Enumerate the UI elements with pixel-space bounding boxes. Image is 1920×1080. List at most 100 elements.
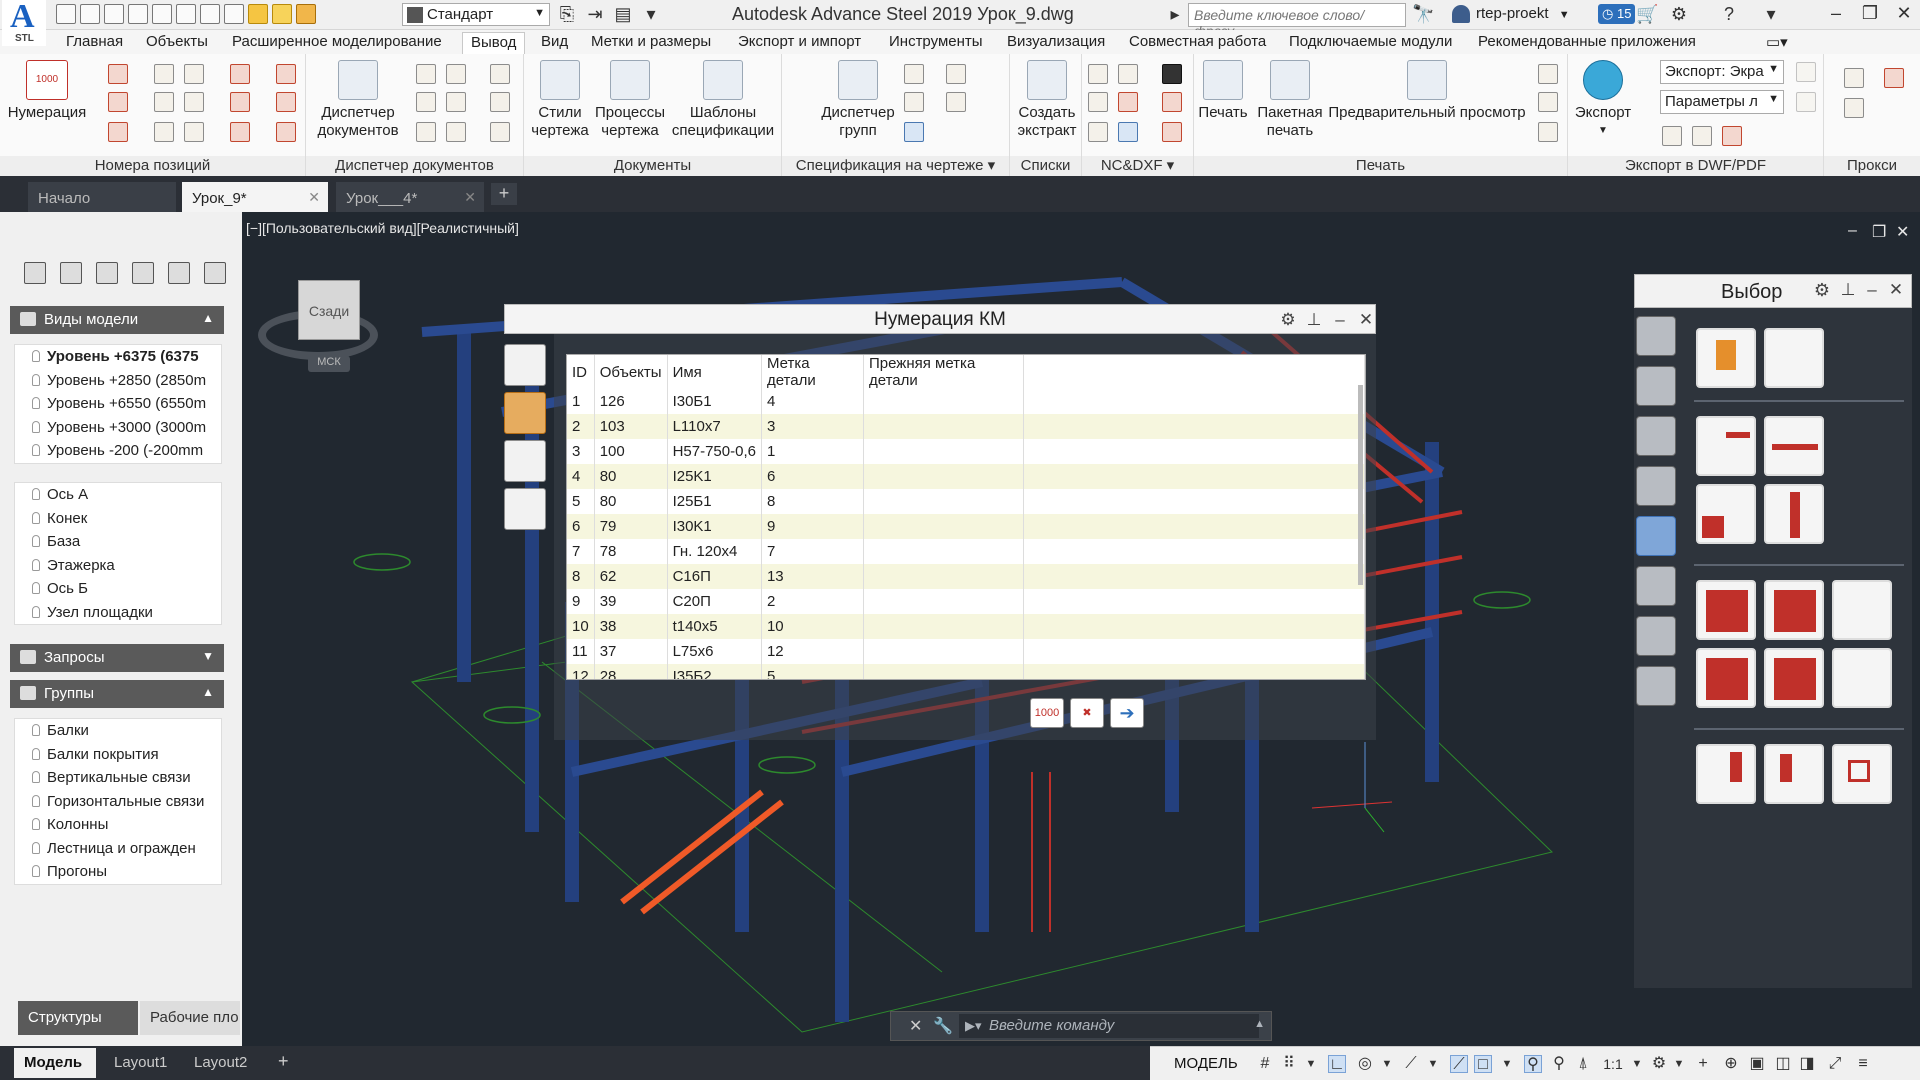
- section-queries[interactable]: Запросы ▼: [10, 644, 224, 672]
- selection-panel-titlebar[interactable]: Выбор ⚙ ⊥ – ✕: [1634, 274, 1912, 308]
- renumber-icon[interactable]: [108, 92, 128, 112]
- add-layout-icon[interactable]: +: [268, 1048, 298, 1078]
- close-icon[interactable]: ✕: [909, 1016, 922, 1036]
- visual-style-select[interactable]: Стандарт ▼: [402, 3, 550, 26]
- isodraft-icon[interactable]: ⟋: [1402, 1055, 1420, 1073]
- scrollbar[interactable]: [1358, 385, 1363, 585]
- spec-list-icon[interactable]: [946, 64, 966, 84]
- light-bulb-icon[interactable]: [32, 818, 40, 830]
- select-similar-icon[interactable]: [1696, 744, 1756, 804]
- match-properties-icon[interactable]: [224, 4, 244, 24]
- delete-numbers-icon[interactable]: ✖: [1070, 698, 1104, 728]
- lock-icon[interactable]: [296, 4, 316, 24]
- stair-icon[interactable]: [1636, 666, 1676, 706]
- list-item[interactable]: Балки: [15, 719, 221, 743]
- light-bulb-icon[interactable]: [32, 724, 40, 736]
- pdf-icon[interactable]: [1722, 126, 1742, 146]
- list-item[interactable]: Уровень -200 (-200mm: [15, 439, 221, 463]
- select-beams-gray-icon[interactable]: [1832, 580, 1892, 640]
- numbering-dialog-titlebar[interactable]: Нумерация КМ ⚙ ⊥ – ✕: [504, 304, 1376, 334]
- proxy-remove-icon[interactable]: [1884, 68, 1904, 88]
- chevron-down-icon[interactable]: ▼: [1424, 1055, 1442, 1073]
- layout-tab-layout2[interactable]: Layout2: [184, 1048, 256, 1078]
- ribbon-options-icon[interactable]: ▭▾: [1758, 32, 1796, 54]
- ortho-icon[interactable]: ∟: [1328, 1055, 1346, 1073]
- bent-plate-icon[interactable]: [1636, 616, 1676, 656]
- tab-objects[interactable]: Объекты: [138, 32, 216, 54]
- save-as-icon[interactable]: [128, 4, 148, 24]
- light-bulb-icon[interactable]: [32, 865, 40, 877]
- chevron-down-icon[interactable]: ▼: [1498, 1055, 1516, 1073]
- light-bulb-icon[interactable]: [32, 397, 40, 409]
- command-input[interactable]: Введите команду: [959, 1014, 1259, 1038]
- close-icon[interactable]: ✕: [1357, 311, 1375, 330]
- table-row[interactable]: 6 79 I30K1 9: [567, 514, 1365, 539]
- select-beams-refresh-icon[interactable]: [1696, 648, 1756, 708]
- spec-create-icon[interactable]: [904, 64, 924, 84]
- model-space-toggle[interactable]: МОДЕЛЬ: [1174, 1055, 1238, 1072]
- light-bulb-icon[interactable]: [32, 511, 40, 524]
- layers-icon[interactable]: [96, 262, 118, 284]
- list-item[interactable]: Вертикальные связи: [15, 766, 221, 790]
- close-icon[interactable]: ✕: [1887, 281, 1905, 300]
- doc-tab-lesson4[interactable]: Урок___4* ✕: [336, 182, 484, 212]
- light-bulb-icon[interactable]: [32, 841, 40, 854]
- proxy-2-icon[interactable]: [1844, 98, 1864, 118]
- tab-tools[interactable]: Инструменты: [881, 32, 991, 54]
- tab-home[interactable]: Главная: [58, 32, 131, 54]
- find-beam-icon[interactable]: [1764, 744, 1824, 804]
- annotation-scale-icon[interactable]: ⍋: [1574, 1055, 1592, 1073]
- chevron-down-icon[interactable]: ▾: [1760, 4, 1782, 26]
- table-row[interactable]: 9 39 C20П 2: [567, 589, 1365, 614]
- list-item[interactable]: База: [15, 530, 221, 554]
- layer-icon[interactable]: ⎘: [556, 4, 578, 26]
- list-item[interactable]: Узел площадки: [15, 601, 221, 625]
- list-item[interactable]: Колонны: [15, 813, 221, 837]
- pin-icon[interactable]: ⊥: [1839, 281, 1857, 300]
- add-view-icon[interactable]: [60, 262, 82, 284]
- table-row[interactable]: 2 103 L110x7 3: [567, 414, 1365, 439]
- mark-icon[interactable]: [108, 64, 128, 84]
- binoculars-icon[interactable]: 🔭: [1412, 4, 1438, 26]
- light-bulb-icon[interactable]: [32, 605, 40, 618]
- update-docs-icon[interactable]: [416, 64, 436, 84]
- light-bulb-icon[interactable]: [32, 535, 40, 547]
- col-name[interactable]: Имя: [667, 355, 762, 389]
- light-bulb-icon[interactable]: [32, 794, 40, 807]
- document-icon[interactable]: ▤: [612, 4, 634, 26]
- group-manager-button[interactable]: Диспетчер групп: [816, 60, 900, 140]
- numbering-button[interactable]: 1000 Нумерация: [4, 60, 90, 122]
- user-account[interactable]: rtep-proekt ▼: [1452, 5, 1570, 23]
- clean-screen-icon[interactable]: ◫: [1774, 1055, 1792, 1073]
- auto-scale-icon[interactable]: ⚲: [1550, 1055, 1568, 1073]
- select-beams-refresh-home-icon[interactable]: [1764, 648, 1824, 708]
- list-item[interactable]: Прогоны: [15, 860, 221, 884]
- dwf-icon[interactable]: [1662, 126, 1682, 146]
- list-window-icon[interactable]: [1764, 328, 1824, 388]
- add-tab-icon[interactable]: +: [491, 183, 517, 205]
- object-snap-icon[interactable]: ⟋: [1450, 1055, 1468, 1073]
- delete-mark-icon[interactable]: [108, 122, 128, 142]
- object-snap-tracking-icon[interactable]: □: [1474, 1055, 1492, 1073]
- export-select[interactable]: Экспорт: Экра ▼: [1660, 60, 1784, 84]
- section-model-views[interactable]: Виды модели ▲: [10, 306, 224, 334]
- add-to-selection-icon[interactable]: [1696, 416, 1756, 476]
- grid-number-icon[interactable]: [184, 122, 204, 142]
- col-objects[interactable]: Объекты: [594, 355, 668, 389]
- numbering-run-icon[interactable]: 1000: [1030, 698, 1064, 728]
- panel-nc-title[interactable]: NC&DXF ▾: [1082, 156, 1193, 176]
- close-icon[interactable]: ✕: [308, 189, 320, 206]
- print-preview-button[interactable]: Предварительный просмотр: [1324, 60, 1530, 122]
- tab-export-import[interactable]: Экспорт и импорт: [730, 32, 869, 54]
- export-settings-icon[interactable]: [1796, 62, 1816, 82]
- table-row[interactable]: 4 80 I25K1 6: [567, 464, 1365, 489]
- edit-doc-icon[interactable]: [490, 64, 510, 84]
- table-row[interactable]: 10 38 t140x5 10: [567, 614, 1365, 639]
- connect-icon[interactable]: ⚙: [1668, 4, 1690, 26]
- table-icon[interactable]: [154, 64, 174, 84]
- table-row[interactable]: 7 78 Гн. 120x4 7: [567, 539, 1365, 564]
- filter-icon[interactable]: [1636, 566, 1676, 606]
- light-bulb-icon[interactable]: [32, 444, 40, 456]
- minimize-icon[interactable]: –: [1331, 311, 1349, 330]
- tools-icon[interactable]: [1636, 366, 1676, 406]
